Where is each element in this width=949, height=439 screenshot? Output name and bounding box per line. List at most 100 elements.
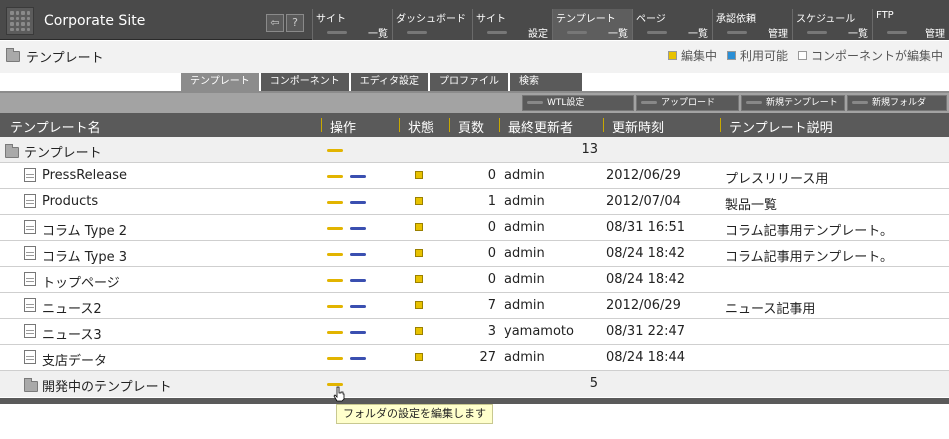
delete-icon[interactable] — [350, 227, 366, 230]
tab-component[interactable]: コンポーネント — [260, 73, 349, 91]
edit-icon[interactable] — [327, 331, 343, 334]
last-updater: admin — [504, 220, 545, 235]
status-editing-icon — [415, 275, 423, 283]
table-row[interactable]: Products 1 admin 2012/07/04 製品一覧 — [0, 189, 949, 215]
template-file-icon — [24, 220, 36, 234]
template-name[interactable]: PressRelease — [42, 168, 127, 183]
nav-indicator — [327, 31, 347, 34]
col-updated[interactable]: 更新時刻 — [612, 117, 664, 136]
template-name[interactable]: ニュース3 — [42, 324, 102, 343]
status-editing-icon — [415, 197, 423, 205]
component-editing-status-swatch — [797, 51, 807, 60]
template-name[interactable]: 支店データ — [42, 350, 107, 369]
template-name[interactable]: Products — [42, 194, 98, 209]
edit-icon[interactable] — [327, 305, 343, 308]
section-tabs: テンプレート コンポーネント エディタ設定 プロファイル 検索 — [181, 73, 583, 91]
tab-search[interactable]: 検索 — [510, 73, 583, 91]
edit-icon[interactable] — [327, 175, 343, 178]
available-status-swatch — [726, 51, 736, 60]
status-editing-icon — [415, 249, 423, 257]
nav-indicator — [727, 31, 747, 34]
nav-schedule[interactable]: スケジュール 一覧 — [792, 9, 872, 40]
logout-icon[interactable]: ⇦ — [266, 14, 284, 32]
page-count: 0 — [487, 272, 496, 287]
nav-indicator — [647, 31, 667, 34]
template-file-icon — [24, 168, 36, 182]
table-row-folder[interactable]: テンプレート 13 — [0, 137, 949, 163]
status-legend: 編集中 利用可能 コンポーネントが編集中 — [662, 47, 943, 64]
col-updater[interactable]: 最終更新者 — [508, 117, 573, 136]
tab-profile[interactable]: プロファイル — [430, 73, 509, 91]
template-name[interactable]: コラム Type 2 — [42, 220, 127, 239]
nav-ftp[interactable]: FTP 管理 — [872, 9, 949, 40]
delete-icon[interactable] — [350, 357, 366, 360]
edit-folder-icon[interactable] — [327, 149, 343, 152]
status-editing-icon — [415, 171, 423, 179]
updated-time: 08/24 18:42 — [606, 246, 686, 261]
wtl-settings-button[interactable]: WTL設定 — [522, 95, 634, 111]
template-description: 製品一覧 — [725, 198, 778, 213]
app-grid-icon[interactable] — [6, 7, 34, 35]
nav-indicator — [567, 31, 587, 34]
delete-icon[interactable] — [350, 201, 366, 204]
col-description[interactable]: テンプレート説明 — [729, 117, 833, 136]
nav-indicator — [807, 31, 827, 34]
upload-button[interactable]: アップロード — [636, 95, 739, 111]
nav-indicator — [487, 31, 507, 34]
hand-cursor-icon — [333, 386, 345, 402]
last-updater: yamamoto — [504, 324, 574, 339]
edit-icon[interactable] — [327, 357, 343, 360]
toolbar: WTL設定 アップロード 新規テンプレート 新規フォルダ — [0, 93, 949, 113]
nav-template-list[interactable]: テンプレート 一覧 — [552, 9, 632, 40]
tooltip: フォルダの設定を編集します — [336, 404, 493, 424]
button-indicator — [852, 101, 868, 104]
site-name[interactable]: Corporate Site — [44, 13, 145, 29]
table-row[interactable]: トップページ 0 admin 08/24 18:42 — [0, 267, 949, 293]
table-row[interactable]: コラム Type 3 0 admin 08/24 18:42 コラム記事用テンプ… — [0, 241, 949, 267]
tab-editor-settings[interactable]: エディタ設定 — [350, 73, 429, 91]
edit-icon[interactable] — [327, 253, 343, 256]
edit-icon[interactable] — [327, 227, 343, 230]
col-name[interactable]: テンプレート名 — [10, 117, 101, 136]
edit-icon[interactable] — [327, 279, 343, 282]
nav-approval[interactable]: 承認依頼 管理 — [712, 9, 792, 40]
delete-icon[interactable] — [350, 279, 366, 282]
table-row[interactable]: ニュース2 7 admin 2012/06/29 ニュース記事用 — [0, 293, 949, 319]
column-divider — [603, 118, 604, 132]
last-updater: admin — [504, 272, 545, 287]
template-name[interactable]: ニュース2 — [42, 298, 102, 317]
folder-name[interactable]: 開発中のテンプレート — [42, 376, 172, 395]
nav-page-list[interactable]: ページ 一覧 — [632, 9, 712, 40]
page-count: 3 — [487, 324, 496, 339]
delete-icon[interactable] — [350, 253, 366, 256]
button-indicator — [527, 101, 543, 104]
new-folder-button[interactable]: 新規フォルダ — [847, 95, 947, 111]
col-pages[interactable]: 頁数 — [458, 117, 484, 136]
table-row-subfolder[interactable]: 開発中のテンプレート 5 — [0, 371, 949, 397]
table-row[interactable]: ニュース3 3 yamamoto 08/31 22:47 — [0, 319, 949, 345]
tab-template[interactable]: テンプレート — [181, 73, 259, 91]
new-template-button[interactable]: 新規テンプレート — [741, 95, 845, 111]
nav-indicator — [407, 31, 427, 34]
button-indicator — [746, 101, 762, 104]
folder-icon — [6, 48, 20, 62]
legend-available: 利用可能 — [739, 49, 788, 63]
delete-icon[interactable] — [350, 331, 366, 334]
edit-icon[interactable] — [327, 201, 343, 204]
table-row[interactable]: 支店データ 27 admin 08/24 18:44 — [0, 345, 949, 371]
table-row[interactable]: PressRelease 0 admin 2012/06/29 プレスリリース用 — [0, 163, 949, 189]
help-icon[interactable]: ? — [286, 14, 304, 32]
nav-dashboard[interactable]: ダッシュボード — [392, 9, 472, 40]
delete-icon[interactable] — [350, 175, 366, 178]
folder-name[interactable]: テンプレート — [24, 142, 102, 161]
col-status[interactable]: 状態 — [408, 117, 434, 136]
status-editing-icon — [415, 223, 423, 231]
nav-site-list[interactable]: サイト 一覧 — [312, 9, 392, 40]
page-count: 1 — [487, 194, 496, 209]
table-row[interactable]: コラム Type 2 0 admin 08/31 16:51 コラム記事用テンプ… — [0, 215, 949, 241]
nav-indicator — [887, 31, 907, 34]
template-name[interactable]: コラム Type 3 — [42, 246, 127, 265]
delete-icon[interactable] — [350, 305, 366, 308]
nav-site-settings[interactable]: サイト 設定 — [472, 9, 552, 40]
template-name[interactable]: トップページ — [42, 272, 120, 291]
